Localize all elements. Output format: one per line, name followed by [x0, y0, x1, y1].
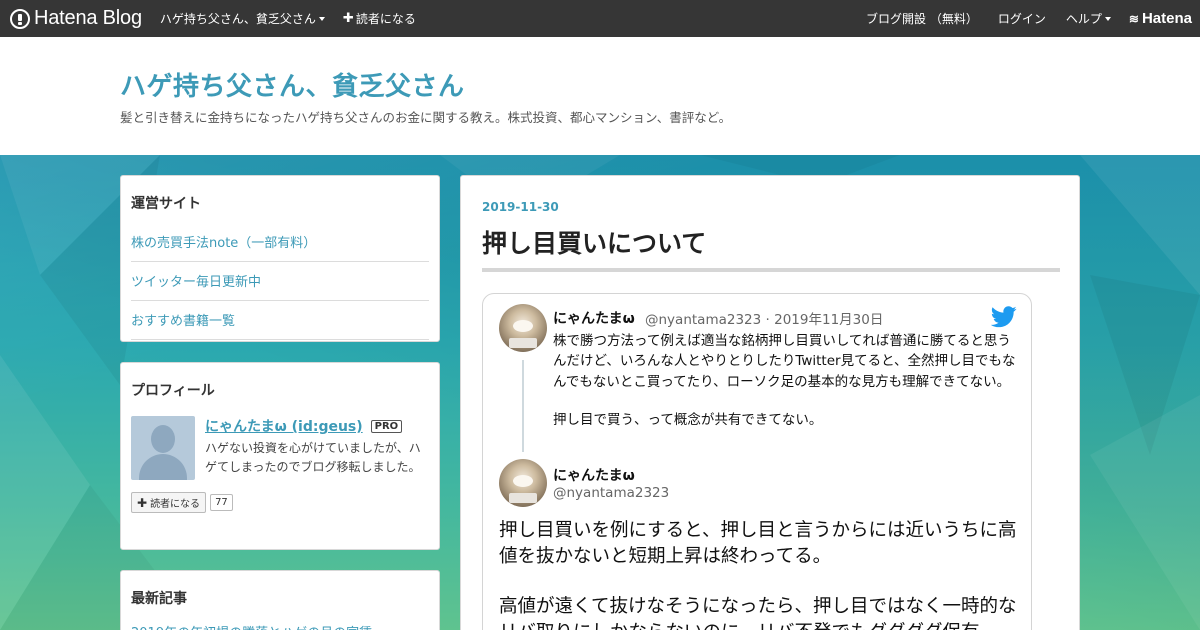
- avatar[interactable]: [131, 416, 195, 480]
- tweet-paragraph: 高値が遠くて抜けなそうになったら、押し目ではなく一時的なリバ取りにしかならないの…: [499, 595, 1017, 630]
- site-link-list: 株の売買手法note（一部有料） ツイッター毎日更新中 おすすめ書籍一覧: [131, 223, 429, 340]
- profile-name[interactable]: にゃんたまω (id:geus): [205, 416, 363, 436]
- plus-icon: ✚: [342, 11, 354, 26]
- profile-name-row: にゃんたまω (id:geus) PRO: [205, 416, 427, 436]
- sidebar-module-sites: 運営サイト 株の売買手法note（一部有料） ツイッター毎日更新中 おすすめ書籍…: [120, 175, 440, 342]
- entry-date[interactable]: 2019-11-30: [482, 200, 559, 214]
- hatena-mark-icon: ≋: [1128, 11, 1139, 26]
- separator: ·: [765, 312, 770, 328]
- follow-row: ✚ 読者になる 77: [131, 492, 429, 513]
- blog-menu-label: ハゲ持ち父さん、貧乏父さん: [159, 12, 316, 26]
- subscribe-button[interactable]: ✚ 読者になる: [343, 10, 416, 27]
- profile-body: にゃんたまω (id:geus) PRO ハゲない投資を心がけていましたが、ハゲ…: [205, 416, 427, 480]
- profile-description: ハゲない投資を心がけていましたが、ハゲてしまったのでブログ移転しました。: [205, 441, 421, 475]
- avatar[interactable]: [499, 304, 547, 352]
- profile: にゃんたまω (id:geus) PRO ハゲない投資を心がけていましたが、ハゲ…: [131, 416, 429, 480]
- sidebar-module-profile: プロフィール にゃんたまω (id:geus) PRO ハゲない投資を心がけてい…: [120, 362, 440, 550]
- blog-menu[interactable]: ハゲ持ち父さん、貧乏父さん: [160, 10, 325, 27]
- follower-count[interactable]: 77: [210, 494, 233, 511]
- follow-button[interactable]: ✚ 読者になる: [131, 492, 207, 513]
- title-divider: [482, 268, 1060, 272]
- plus-icon: ✚: [137, 495, 148, 510]
- tweet-paragraph: 株で勝つ方法って例えば適当な銘柄押し目買いしてれば普通に勝てると思うんだけど、い…: [553, 333, 1016, 390]
- module-title: 運営サイト: [131, 196, 201, 212]
- nav-right: ブログ開設 （無料） ログイン ヘルプ ≋ Hatena: [846, 10, 1192, 27]
- handle-text: @nyantama2323: [645, 312, 762, 328]
- site-link-note[interactable]: 株の売買手法note（一部有料）: [131, 223, 429, 262]
- hatena-blog-icon: [10, 8, 30, 29]
- site-link-books[interactable]: おすすめ書籍一覧: [131, 301, 429, 340]
- hatena-logo[interactable]: ≋ Hatena: [1129, 10, 1192, 27]
- open-blog-link[interactable]: ブログ開設 （無料）: [866, 10, 978, 27]
- hatena-blog-logo[interactable]: Hatena Blog: [10, 0, 142, 37]
- help-menu[interactable]: ヘルプ: [1066, 10, 1111, 27]
- sidebar-module-recent: 最新記事 2019年の年初場の騰落とハゲの月の家賃: [120, 570, 440, 630]
- pro-badge: PRO: [370, 419, 403, 433]
- avatar[interactable]: [499, 459, 547, 507]
- subscribe-label: 読者になる: [355, 12, 416, 26]
- blog-description: 髪と引き替えに金持ちになったハゲ持ち父さんのお金に関する教え。株式投資、都心マン…: [120, 110, 732, 125]
- quoted-tweet-text: 株で勝つ方法って例えば適当な銘柄押し目買いしてれば普通に勝てると思うんだけど、い…: [553, 331, 1019, 430]
- article: 2019-11-30 押し目買いについて にゃんたまω @nyantama232…: [460, 175, 1080, 630]
- tweet-paragraph: 押し目買いを例にすると、押し目と言うからには近いうちに高値を抜かないと短期上昇は…: [499, 520, 1017, 567]
- tweet-author-handle[interactable]: @nyantama2323: [553, 485, 669, 501]
- twitter-bird-icon[interactable]: [991, 306, 1017, 328]
- recent-entry-link[interactable]: 2019年の年初場の騰落とハゲの月の家賃: [131, 608, 429, 630]
- global-header: Hatena Blog ハゲ持ち父さん、貧乏父さん ✚ 読者になる ブログ開設 …: [0, 0, 1200, 37]
- login-link[interactable]: ログイン: [998, 10, 1046, 27]
- thread-line: [522, 360, 524, 452]
- tweet-author-name[interactable]: にゃんたまω: [553, 465, 635, 485]
- main-tweet-text: 押し目買いを例にすると、押し目と言うからには近いうちに高値を抜かないと短期上昇は…: [499, 518, 1024, 630]
- blog-title[interactable]: ハゲ持ち父さん、貧乏父さん: [120, 66, 465, 103]
- chevron-down-icon: [318, 16, 325, 21]
- embedded-tweet[interactable]: にゃんたまω @nyantama2323 · 2019年11月30日 株で勝つ方…: [482, 293, 1032, 630]
- tweet-author-handle[interactable]: @nyantama2323 · 2019年11月30日: [645, 308, 883, 328]
- module-title: プロフィール: [131, 383, 215, 399]
- tweet-author-name[interactable]: にゃんたまω: [553, 308, 635, 328]
- hatena-logo-text: Hatena: [1141, 10, 1192, 27]
- brand-text: Hatena Blog: [34, 7, 142, 29]
- tweet-paragraph: 押し目で買う、って概念が共有できてない。: [553, 411, 823, 428]
- chevron-down-icon: [1104, 16, 1111, 21]
- entry-title[interactable]: 押し目買いについて: [482, 224, 706, 260]
- tweet-date[interactable]: 2019年11月30日: [774, 312, 883, 328]
- follow-label: 読者になる: [150, 499, 201, 510]
- help-label: ヘルプ: [1065, 12, 1102, 26]
- blog-header: ハゲ持ち父さん、貧乏父さん 髪と引き替えに金持ちになったハゲ持ち父さんのお金に関…: [0, 37, 1200, 155]
- module-title: 最新記事: [131, 591, 187, 607]
- site-link-twitter[interactable]: ツイッター毎日更新中: [131, 262, 429, 301]
